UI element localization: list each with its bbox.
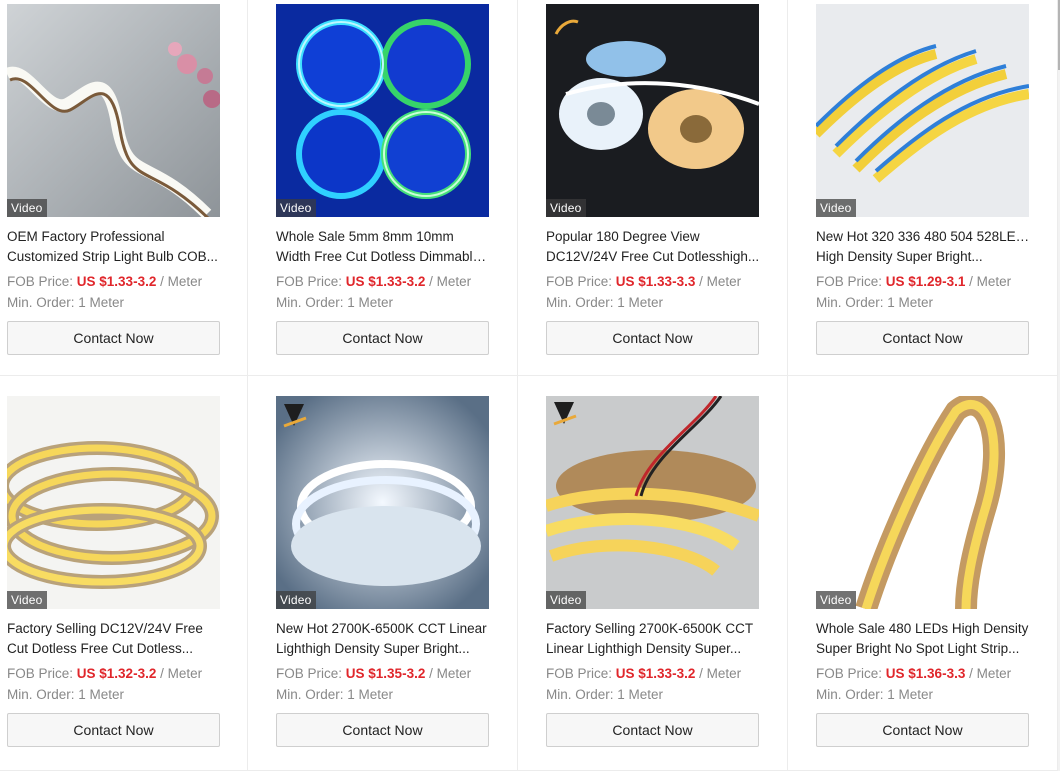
product-card: Video Whole Sale 480 LEDs High Density S… <box>788 376 1058 771</box>
price-unit: / Meter <box>969 666 1012 681</box>
video-badge: Video <box>7 199 48 217</box>
fob-price: FOB Price: US $1.32-3.2 / Meter <box>7 664 247 684</box>
fob-price: FOB Price: US $1.35-3.2 / Meter <box>276 664 517 684</box>
price-value: US $1.33-3.3 <box>615 274 696 289</box>
product-title[interactable]: New Hot 2700K-6500K CCT Linear Lighthigh… <box>276 619 490 659</box>
led-strip-blue-rings-photo <box>276 4 489 217</box>
product-title[interactable]: Factory Selling DC12V/24V Free Cut Dotle… <box>7 619 221 659</box>
min-order: Min. Order: 1 Meter <box>546 295 664 310</box>
fob-price: FOB Price: US $1.33-3.2 / Meter <box>276 272 517 292</box>
contact-now-button[interactable]: Contact Now <box>816 321 1029 355</box>
price-value: US $1.29-3.1 <box>885 274 966 289</box>
price-label: FOB Price: <box>546 666 613 681</box>
product-image[interactable]: Video <box>816 4 1029 217</box>
product-title[interactable]: OEM Factory Professional Customized Stri… <box>7 227 221 267</box>
product-card: Video Factory Selling 2700K-6500K CCT Li… <box>518 376 788 771</box>
video-badge: Video <box>276 199 317 217</box>
product-title[interactable]: Popular 180 Degree View DC12V/24V Free C… <box>546 227 760 267</box>
min-order: Min. Order: 1 Meter <box>276 687 394 702</box>
contact-now-button[interactable]: Contact Now <box>546 713 759 747</box>
min-order: Min. Order: 1 Meter <box>816 295 934 310</box>
product-image[interactable]: Video <box>7 396 220 609</box>
min-order: Min. Order: 1 Meter <box>816 687 934 702</box>
led-strip-white-photo <box>7 4 220 217</box>
price-value: US $1.32-3.2 <box>76 666 157 681</box>
product-grid: Video OEM Factory Professional Customize… <box>0 0 1058 771</box>
min-order: Min. Order: 1 Meter <box>276 295 394 310</box>
video-badge: Video <box>276 591 317 609</box>
price-label: FOB Price: <box>7 666 74 681</box>
video-badge: Video <box>546 591 587 609</box>
price-unit: / Meter <box>160 666 203 681</box>
product-title[interactable]: New Hot 320 336 480 504 528LEDs High Den… <box>816 227 1030 267</box>
product-card: Video Factory Selling DC12V/24V Free Cut… <box>0 376 248 771</box>
product-image[interactable]: Video <box>276 4 489 217</box>
fob-price: FOB Price: US $1.36-3.3 / Meter <box>816 664 1057 684</box>
contact-now-button[interactable]: Contact Now <box>276 713 489 747</box>
led-strip-linear-reel-photo <box>546 396 759 609</box>
contact-now-button[interactable]: Contact Now <box>546 321 759 355</box>
product-card: Video OEM Factory Professional Customize… <box>0 0 248 376</box>
price-unit: / Meter <box>699 274 742 289</box>
fob-price: FOB Price: US $1.33-3.2 / Meter <box>546 664 787 684</box>
contact-now-button[interactable]: Contact Now <box>7 713 220 747</box>
product-image[interactable]: Video <box>276 396 489 609</box>
price-value: US $1.36-3.3 <box>885 666 966 681</box>
product-card: Video New Hot 320 336 480 504 528LEDs Hi… <box>788 0 1058 376</box>
price-label: FOB Price: <box>7 274 74 289</box>
min-order: Min. Order: 1 Meter <box>7 295 125 310</box>
price-value: US $1.33-3.2 <box>76 274 157 289</box>
product-title[interactable]: Whole Sale 5mm 8mm 10mm Width Free Cut D… <box>276 227 490 267</box>
fob-price: FOB Price: US $1.29-3.1 / Meter <box>816 272 1057 292</box>
min-order: Min. Order: 1 Meter <box>546 687 664 702</box>
price-value: US $1.33-3.2 <box>615 666 696 681</box>
product-card: Video Popular 180 Degree View DC12V/24V … <box>518 0 788 376</box>
led-strip-yellow-loop-photo <box>7 396 220 609</box>
video-badge: Video <box>7 591 48 609</box>
video-badge: Video <box>546 199 587 217</box>
product-image[interactable]: Video <box>546 396 759 609</box>
price-unit: / Meter <box>160 274 203 289</box>
price-unit: / Meter <box>969 274 1012 289</box>
product-card: Video New Hot 2700K-6500K CCT Linear Lig… <box>248 376 518 771</box>
product-title[interactable]: Whole Sale 480 LEDs High Density Super B… <box>816 619 1030 659</box>
product-image[interactable]: Video <box>816 396 1029 609</box>
price-unit: / Meter <box>429 666 472 681</box>
product-image[interactable]: Video <box>546 4 759 217</box>
price-label: FOB Price: <box>816 666 883 681</box>
led-strip-cct-reel-photo <box>276 396 489 609</box>
price-value: US $1.33-3.2 <box>345 274 426 289</box>
price-label: FOB Price: <box>816 274 883 289</box>
fob-price: FOB Price: US $1.33-3.2 / Meter <box>7 272 247 292</box>
video-badge: Video <box>816 591 857 609</box>
contact-now-button[interactable]: Contact Now <box>816 713 1029 747</box>
price-unit: / Meter <box>429 274 472 289</box>
led-strip-reels-photo <box>546 4 759 217</box>
contact-now-button[interactable]: Contact Now <box>276 321 489 355</box>
fob-price: FOB Price: US $1.33-3.3 / Meter <box>546 272 787 292</box>
product-image[interactable]: Video <box>7 4 220 217</box>
min-order: Min. Order: 1 Meter <box>7 687 125 702</box>
price-label: FOB Price: <box>276 274 343 289</box>
price-value: US $1.35-3.2 <box>345 666 426 681</box>
price-label: FOB Price: <box>546 274 613 289</box>
price-unit: / Meter <box>699 666 742 681</box>
contact-now-button[interactable]: Contact Now <box>7 321 220 355</box>
video-badge: Video <box>816 199 857 217</box>
product-card: Video Whole Sale 5mm 8mm 10mm Width Free… <box>248 0 518 376</box>
led-strip-single-loop-photo <box>816 396 1029 609</box>
led-strip-yellow-coils-photo <box>816 4 1029 217</box>
price-label: FOB Price: <box>276 666 343 681</box>
product-title[interactable]: Factory Selling 2700K-6500K CCT Linear L… <box>546 619 760 659</box>
